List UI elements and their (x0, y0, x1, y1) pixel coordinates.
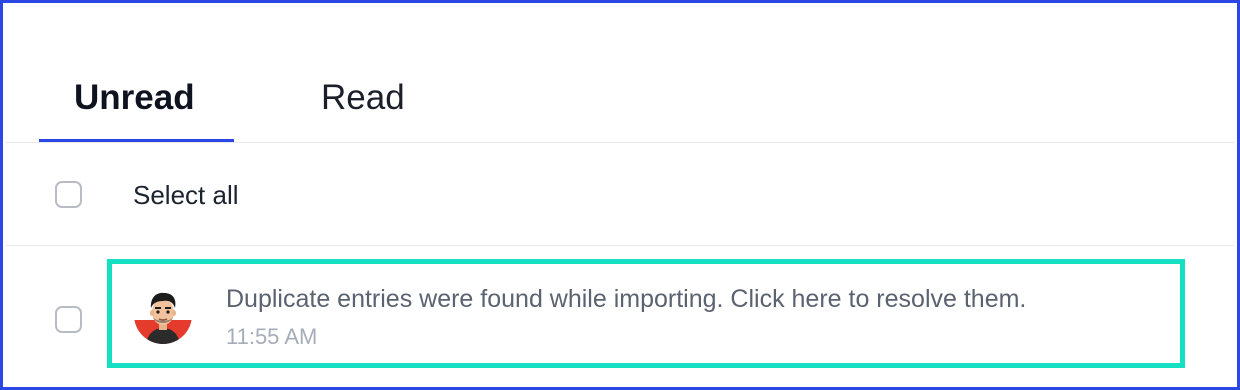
notification-message: Duplicate entries were found while impor… (226, 285, 1027, 313)
select-all-label[interactable]: Select all (133, 180, 239, 210)
select-all-row: Select all (6, 143, 1234, 246)
notification-checkbox[interactable] (55, 306, 82, 333)
select-all-checkbox[interactable] (55, 181, 82, 208)
notification-timestamp: 11:55 AM (226, 324, 318, 349)
notification-item[interactable]: Duplicate entries were found while impor… (107, 259, 1185, 368)
avatar-illustration (134, 286, 192, 344)
notifications-panel: Unread Read Select all Duplicate entries… (0, 0, 1240, 390)
tab-bar: Unread Read (6, 6, 1234, 143)
user-avatar-icon (134, 286, 192, 344)
tab-read[interactable]: Read (321, 78, 405, 118)
active-tab-indicator (39, 139, 234, 142)
tab-unread[interactable]: Unread (74, 78, 195, 118)
